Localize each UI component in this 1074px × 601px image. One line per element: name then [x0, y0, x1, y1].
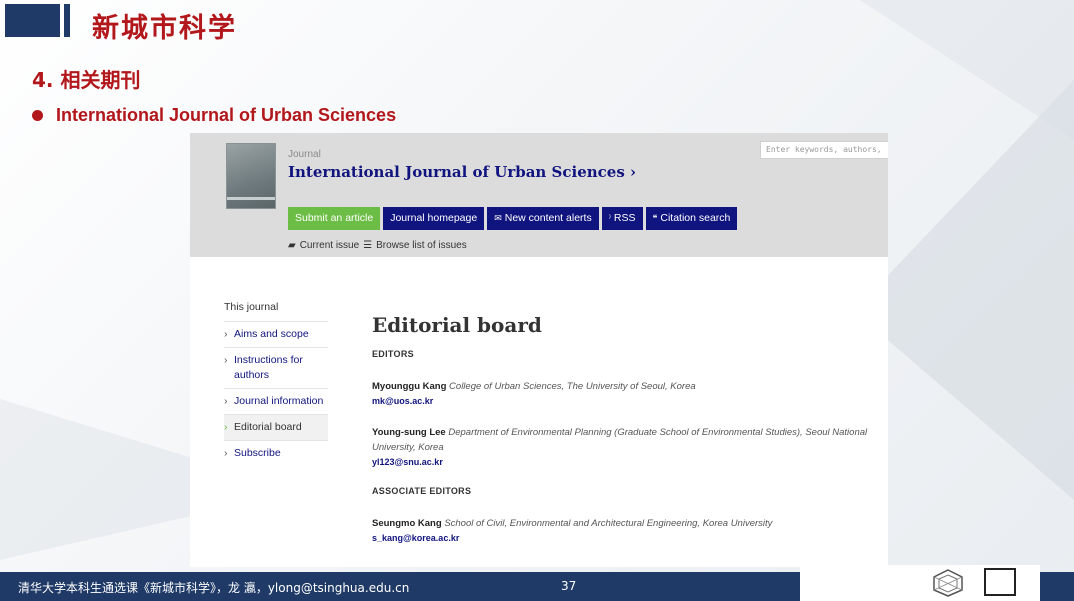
journal-cover-image[interactable]	[226, 143, 276, 209]
new-content-alerts-button[interactable]: ✉ New content alerts	[487, 207, 599, 230]
associate-editor-affiliation: School of Civil, Environmental and Archi…	[444, 518, 773, 529]
current-issue-link[interactable]: Current issue	[300, 240, 359, 251]
sidebar-item-aims[interactable]: Aims and scope	[224, 321, 328, 347]
editorial-board-content: Editorial board EDITORS Myounggu Kang Co…	[372, 313, 872, 562]
journal-label: Journal	[288, 149, 321, 160]
editor-email-link[interactable]: mk@uos.ac.kr	[372, 394, 872, 409]
editor-entry: Myounggu Kang College of Urban Sciences,…	[372, 379, 872, 409]
citation-label: Citation search	[660, 212, 731, 224]
book-icon: ▰	[288, 240, 296, 251]
editor-affiliation: College of Urban Sciences, The Universit…	[449, 381, 696, 392]
editor-name: Myounggu Kang	[372, 381, 447, 392]
editor-entry: Young-sung Lee Department of Environment…	[372, 425, 872, 470]
sidebar-item-subscribe[interactable]: Subscribe	[224, 440, 328, 466]
citation-search-button[interactable]: ❝ Citation search	[645, 207, 738, 230]
journal-screenshot: Journal International Journal of Urban S…	[190, 133, 888, 567]
issue-links: ▰ Current issue ☰ Browse list of issues	[288, 240, 467, 251]
list-icon: ☰	[363, 240, 373, 251]
associate-editor-entry: Seungmo Kang School of Civil, Environmen…	[372, 516, 872, 546]
journal-sidebar: This journal Aims and scope Instructions…	[224, 301, 328, 466]
alerts-label: New content alerts	[504, 212, 592, 224]
associate-editor-email-link[interactable]: s_kang@korea.ac.kr	[372, 531, 872, 546]
browse-issues-link[interactable]: Browse list of issues	[376, 240, 467, 251]
page-title: Editorial board	[372, 313, 542, 337]
section-title: 4. 相关期刊	[32, 68, 141, 92]
rss-button[interactable]: ⁾ RSS	[601, 207, 643, 230]
editor-affiliation: Department of Environmental Planning (Gr…	[372, 427, 868, 453]
journal-action-bar: Submit an article Journal homepage ✉ New …	[288, 207, 738, 230]
rss-icon: ⁾	[608, 213, 611, 223]
search-input[interactable]: Enter keywords, authors,	[760, 141, 888, 159]
editor-email-link[interactable]: yl123@snu.ac.kr	[372, 455, 872, 470]
sidebar-item-instructions[interactable]: Instructions for authors	[224, 347, 328, 388]
editor-name: Young-sung Lee	[372, 427, 446, 438]
bullet-icon	[32, 110, 43, 121]
journal-homepage-button[interactable]: Journal homepage	[383, 207, 485, 230]
editors-heading: EDITORS	[372, 349, 414, 359]
associate-editors-heading: ASSOCIATE EDITORS	[372, 486, 472, 496]
university-emblem-icon	[933, 569, 963, 597]
journal-title-link[interactable]: International Journal of Urban Sciences …	[288, 163, 636, 181]
page-number: 37	[561, 579, 577, 593]
quote-icon: ❝	[652, 213, 658, 223]
envelope-icon: ✉	[494, 213, 502, 223]
submit-article-button[interactable]: Submit an article	[288, 207, 381, 230]
journal-header: Journal International Journal of Urban S…	[190, 133, 888, 257]
header-accent-bar	[64, 4, 70, 37]
bullet-text: International Journal of Urban Sciences	[56, 105, 397, 125]
slide-title: 新城市科学	[92, 13, 237, 44]
associate-editor-name: Seungmo Kang	[372, 518, 442, 529]
sidebar-item-editorial-board[interactable]: Editorial board	[224, 414, 328, 440]
footer-text: 清华大学本科生通选课《新城市科学》，龙 瀛，ylong@tsinghua.edu…	[18, 581, 410, 595]
sidebar-item-journal-info[interactable]: Journal information	[224, 388, 328, 414]
bcl-logo	[984, 568, 1016, 596]
background-facet	[860, 0, 1074, 140]
header-accent-block	[5, 4, 60, 37]
rss-label: RSS	[613, 212, 636, 224]
sidebar-heading: This journal	[224, 301, 279, 313]
